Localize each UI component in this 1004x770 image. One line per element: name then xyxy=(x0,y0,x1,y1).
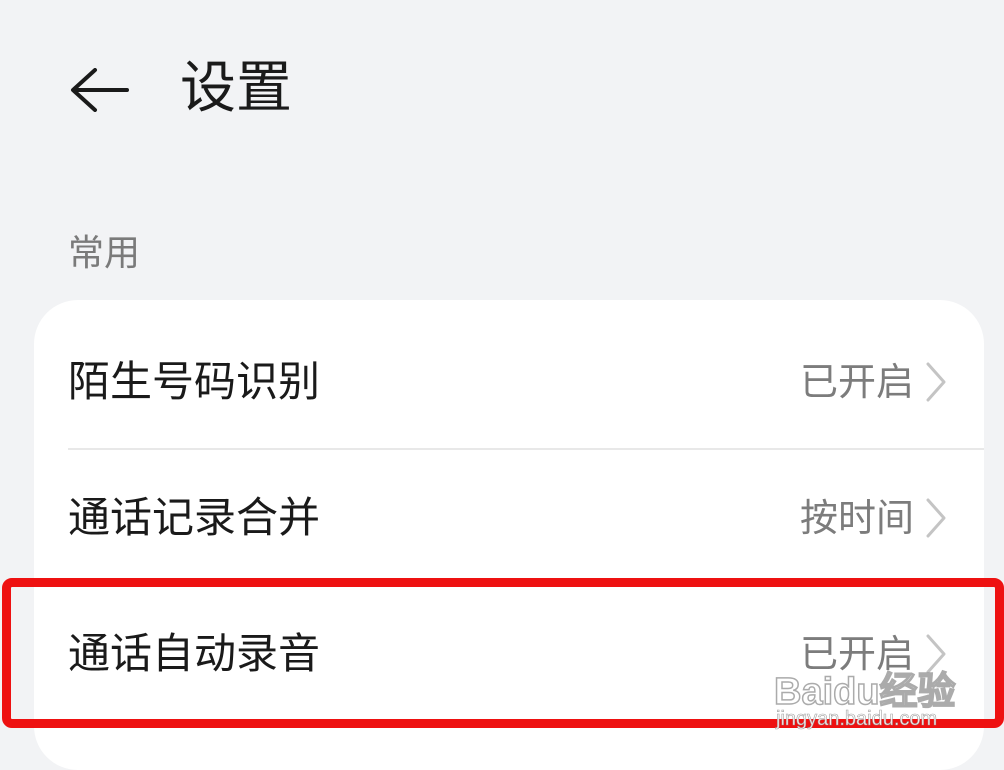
arrow-left-icon xyxy=(71,68,129,112)
chevron-right-icon xyxy=(926,362,946,402)
setting-label: 通话自动录音 xyxy=(68,629,321,678)
setting-value: 按时间 xyxy=(799,496,914,540)
top-bar: 设置 xyxy=(0,0,1004,180)
page-title: 设置 xyxy=(180,56,292,121)
setting-value: 已开启 xyxy=(799,360,914,404)
chevron-right-icon xyxy=(926,498,946,538)
section-label-common: 常用 xyxy=(68,233,141,274)
setting-row-unknown-number-identification[interactable]: 陌生号码识别 已开启 xyxy=(34,314,984,450)
setting-label: 陌生号码识别 xyxy=(68,357,321,406)
chevron-right-icon xyxy=(926,634,946,674)
setting-row-auto-call-recording[interactable]: 通话自动录音 已开启 xyxy=(34,586,984,722)
settings-card: 陌生号码识别 已开启 通话记录合并 按时间 通话自动录音 已开启 xyxy=(34,300,984,770)
setting-value: 已开启 xyxy=(799,632,914,676)
back-button[interactable] xyxy=(62,52,138,128)
setting-row-call-log-merge[interactable]: 通话记录合并 按时间 xyxy=(34,450,984,586)
setting-label: 通话记录合并 xyxy=(68,493,321,542)
